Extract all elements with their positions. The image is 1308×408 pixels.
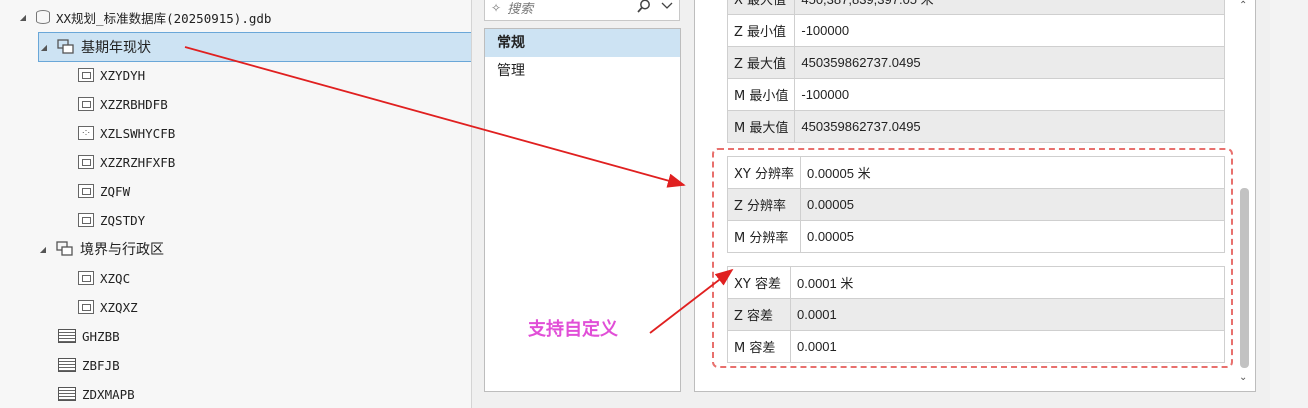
arrow-to-settings [184, 46, 686, 188]
arrow-from-note [649, 268, 734, 334]
annotation-arrows [184, 46, 734, 334]
